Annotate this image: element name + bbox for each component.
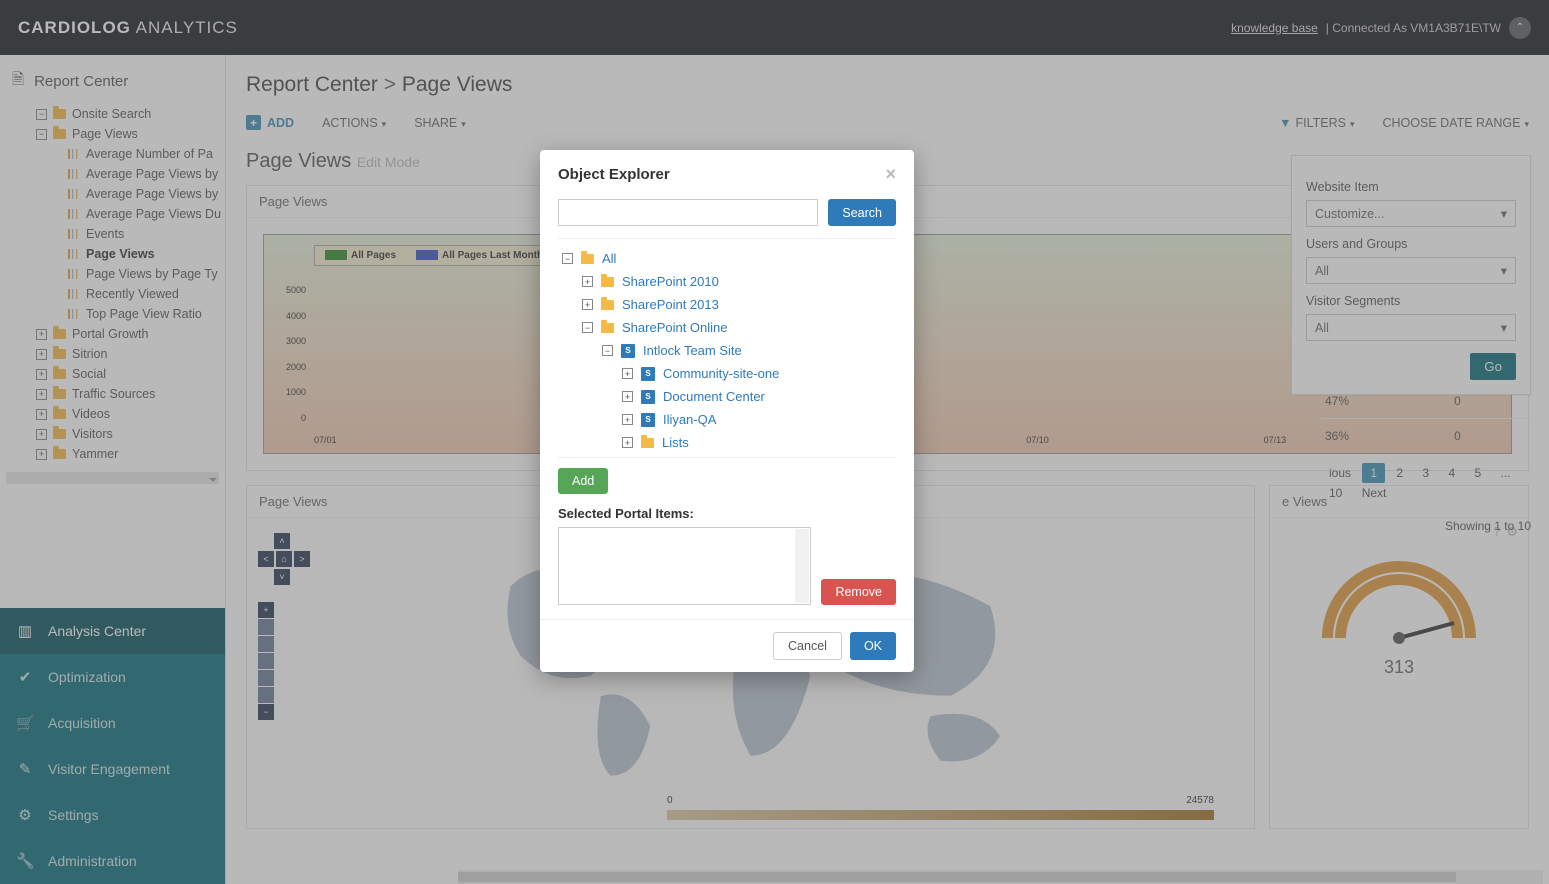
sharepoint-icon: S — [641, 367, 655, 381]
node-label: Iliyan-QA — [663, 412, 716, 427]
expand-icon[interactable]: + — [622, 414, 633, 425]
modal-title: Object Explorer — [558, 166, 670, 183]
ok-button[interactable]: OK — [850, 632, 896, 660]
remove-button[interactable]: Remove — [821, 579, 896, 605]
expand-icon[interactable]: + — [582, 276, 593, 287]
explorer-search-input[interactable] — [558, 199, 818, 226]
search-button[interactable]: Search — [828, 199, 896, 226]
tree-doc-center[interactable]: + S Document Center — [558, 385, 896, 408]
expand-icon[interactable]: + — [582, 299, 593, 310]
node-label: Document Center — [663, 389, 765, 404]
close-icon[interactable]: × — [885, 164, 896, 185]
collapse-icon[interactable]: − — [582, 322, 593, 333]
folder-icon — [601, 277, 614, 287]
node-label: All — [602, 251, 616, 266]
node-label: SharePoint Online — [622, 320, 728, 335]
object-explorer-modal: Object Explorer × Search − All + SharePoin… — [540, 150, 914, 672]
folder-icon — [641, 438, 654, 448]
expand-icon[interactable]: + — [622, 391, 633, 402]
collapse-icon[interactable]: − — [562, 253, 573, 264]
explorer-tree: − All + SharePoint 2010 + SharePoint 2013 −… — [558, 238, 896, 458]
tree-community[interactable]: + S Community-site-one — [558, 362, 896, 385]
expand-icon[interactable]: + — [622, 368, 633, 379]
node-label: Lists — [662, 435, 689, 450]
tree-all[interactable]: − All — [558, 247, 896, 270]
folder-icon — [601, 300, 614, 310]
node-label: Community-site-one — [663, 366, 779, 381]
node-label: Intlock Team Site — [643, 343, 742, 358]
selected-items-list[interactable] — [558, 527, 811, 605]
folder-icon — [581, 254, 594, 264]
tree-sp2010[interactable]: + SharePoint 2010 — [558, 270, 896, 293]
collapse-icon[interactable]: − — [602, 345, 613, 356]
folder-icon — [601, 323, 614, 333]
selected-items-label: Selected Portal Items: — [558, 506, 896, 521]
cancel-button[interactable]: Cancel — [773, 632, 842, 660]
tree-lists[interactable]: + Lists — [558, 431, 896, 454]
tree-iliyan[interactable]: + S Iliyan-QA — [558, 408, 896, 431]
sharepoint-icon: S — [621, 344, 635, 358]
node-label: SharePoint 2013 — [622, 297, 719, 312]
tree-spo[interactable]: − SharePoint Online — [558, 316, 896, 339]
expand-icon[interactable]: + — [622, 437, 633, 448]
sharepoint-icon: S — [641, 390, 655, 404]
node-label: SharePoint 2010 — [622, 274, 719, 289]
add-button[interactable]: Add — [558, 468, 608, 494]
tree-sp2013[interactable]: + SharePoint 2013 — [558, 293, 896, 316]
tree-intlock[interactable]: −S Intlock Team Site — [558, 339, 896, 362]
sharepoint-icon: S — [641, 413, 655, 427]
